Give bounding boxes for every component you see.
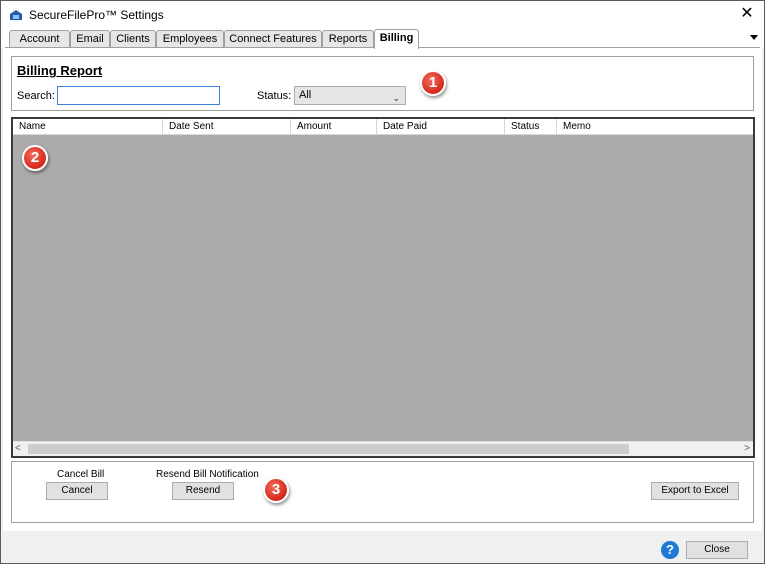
export-to-excel-button[interactable]: Export to Excel xyxy=(651,482,739,500)
tab-reports[interactable]: Reports xyxy=(322,30,374,48)
search-label: Search: xyxy=(17,90,55,102)
status-dropdown[interactable]: All ⌄ xyxy=(294,86,406,105)
column-header-status[interactable]: Status xyxy=(505,119,557,135)
horizontal-scrollbar[interactable]: < > xyxy=(13,441,753,456)
billing-header-group: Billing Report Search: Status: All ⌄ 1 xyxy=(11,56,754,111)
column-header-date-sent[interactable]: Date Sent xyxy=(163,119,291,135)
callout-marker-1: 1 xyxy=(420,70,446,96)
scroll-thumb[interactable] xyxy=(28,444,629,454)
column-header-amount[interactable]: Amount xyxy=(291,119,377,135)
close-icon[interactable]: ✕ xyxy=(736,4,758,24)
settings-window: SecureFilePro™ Settings ✕ Account Email … xyxy=(0,0,765,564)
tab-overflow-icon[interactable] xyxy=(750,35,758,40)
resend-button[interactable]: Resend xyxy=(172,482,234,500)
column-header-name[interactable]: Name xyxy=(13,119,163,135)
scroll-right-icon[interactable]: > xyxy=(744,443,750,454)
scroll-left-icon[interactable]: < xyxy=(15,443,21,454)
tab-email[interactable]: Email xyxy=(70,30,110,48)
grid-header: Name Date Sent Amount Date Paid Status M… xyxy=(13,119,753,135)
tab-billing[interactable]: Billing xyxy=(374,29,419,49)
close-button[interactable]: Close xyxy=(686,541,748,559)
tab-connect-features[interactable]: Connect Features xyxy=(224,30,322,48)
billing-grid[interactable]: Name Date Sent Amount Date Paid Status M… xyxy=(11,117,755,458)
help-icon[interactable]: ? xyxy=(661,541,679,559)
column-header-memo[interactable]: Memo xyxy=(557,119,753,135)
cancel-button[interactable]: Cancel xyxy=(46,482,108,500)
resend-notification-caption: Resend Bill Notification xyxy=(156,469,259,480)
tab-employees[interactable]: Employees xyxy=(156,30,224,48)
billing-panel: Billing Report Search: Status: All ⌄ 1 N… xyxy=(3,48,762,531)
window-title: SecureFilePro™ Settings xyxy=(29,8,164,22)
app-icon xyxy=(10,10,22,20)
title-bar: SecureFilePro™ Settings ✕ xyxy=(1,1,764,29)
callout-marker-3: 3 xyxy=(263,477,289,503)
bill-actions-group: Cancel Bill Cancel Resend Bill Notificat… xyxy=(11,461,754,523)
page-title: Billing Report xyxy=(17,63,103,78)
tab-clients[interactable]: Clients xyxy=(110,30,156,48)
callout-marker-2: 2 xyxy=(22,145,48,171)
cancel-bill-caption: Cancel Bill xyxy=(57,469,105,480)
status-label: Status: xyxy=(257,90,292,102)
dropdown-chevron-icon: ⌄ xyxy=(392,93,400,103)
tab-account[interactable]: Account xyxy=(9,30,70,48)
status-selected-value: All xyxy=(299,89,312,101)
column-header-date-paid[interactable]: Date Paid xyxy=(377,119,505,135)
search-input[interactable] xyxy=(57,86,220,105)
tab-strip: Account Email Clients Employees Connect … xyxy=(1,29,764,49)
